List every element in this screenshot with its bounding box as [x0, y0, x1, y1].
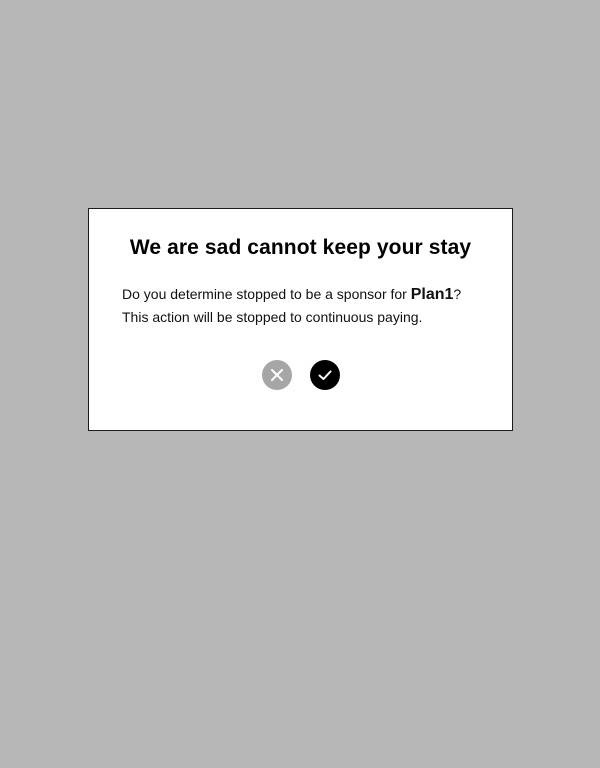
plan-name: Plan1	[410, 286, 454, 303]
message-line-2: This action will be stopped to continuou…	[122, 309, 423, 325]
cancel-button[interactable]	[262, 360, 292, 390]
message-after-plan: ?	[453, 286, 462, 302]
stop-sponsor-dialog: We are sad cannot keep your stay Do you …	[88, 208, 513, 431]
confirm-button[interactable]	[310, 360, 340, 390]
dialog-actions	[262, 360, 340, 390]
message-before-plan: Do you determine stopped to be a sponsor…	[122, 286, 411, 302]
dialog-message: Do you determine stopped to be a sponsor…	[122, 283, 492, 328]
dialog-title: We are sad cannot keep your stay	[129, 236, 472, 259]
close-icon	[271, 369, 283, 381]
check-icon	[318, 370, 332, 380]
